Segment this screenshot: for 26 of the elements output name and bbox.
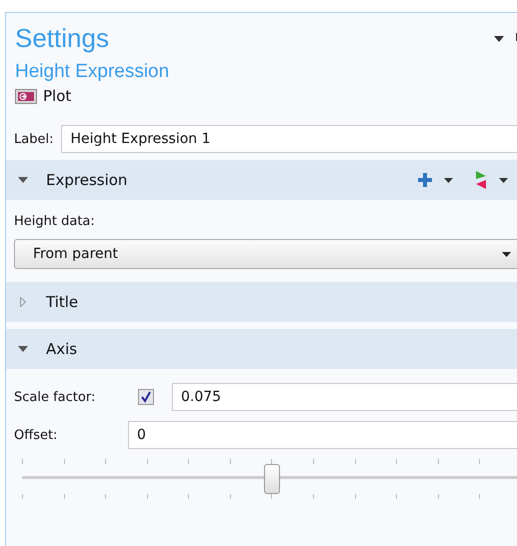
dropdown-icon[interactable] — [499, 178, 508, 182]
node-title: Height Expression — [14, 60, 170, 83]
field-label: Height data: — [14, 214, 96, 229]
section-title[interactable]: Expression — [46, 171, 128, 189]
plus-icon[interactable] — [418, 173, 432, 187]
dropdown-icon[interactable] — [444, 178, 453, 182]
collapse-icon[interactable] — [18, 346, 28, 352]
plot-icon — [15, 88, 37, 104]
node-type-label: Plot — [43, 87, 72, 105]
panel-title: Settings — [15, 23, 109, 54]
slider-thumb[interactable] — [264, 464, 280, 494]
label-input-field[interactable]: Height Expression 1 — [61, 125, 517, 153]
arrows-icon[interactable] — [475, 171, 487, 189]
value-input-field[interactable]: 0 — [128, 421, 517, 449]
section-title[interactable]: Title — [46, 293, 78, 311]
checkbox[interactable] — [138, 389, 154, 405]
dropdown-icon[interactable] — [494, 36, 504, 42]
field-label: Label: — [14, 132, 54, 146]
field-label: Scale factor: — [14, 390, 96, 404]
collapse-icon[interactable] — [18, 177, 28, 183]
value-input-field[interactable]: 0.075 — [172, 383, 517, 411]
section-title[interactable]: Axis — [46, 340, 78, 358]
slider[interactable] — [22, 459, 517, 499]
dropdown-arrow-icon — [502, 252, 511, 256]
height-data-dropdown[interactable]: From parent — [14, 239, 517, 269]
field-label: Offset: — [14, 428, 58, 442]
